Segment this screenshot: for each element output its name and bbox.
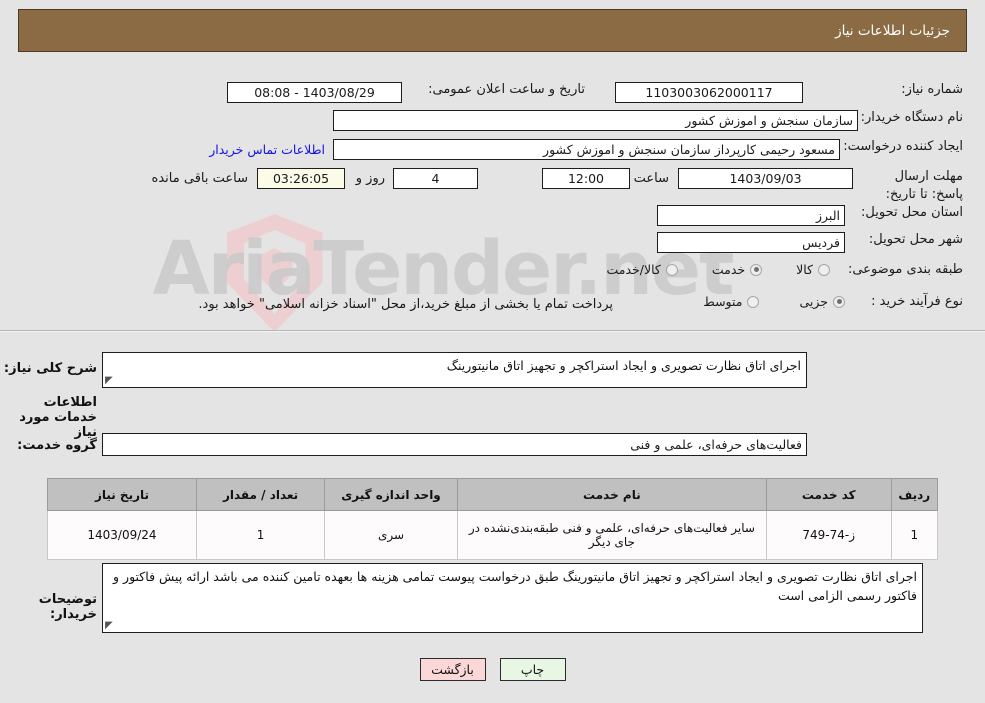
- category-label: طبقه بندی موضوعی:: [847, 262, 963, 277]
- need-number-value: 1103003062000117: [615, 82, 803, 103]
- process-option-label: جزیی: [799, 294, 828, 309]
- remaining-clock-value: 03:26:05: [257, 168, 345, 189]
- city-value: فردیس: [657, 232, 845, 253]
- services-table: ردیف کد خدمت نام خدمت واحد اندازه گیری ت…: [47, 478, 939, 560]
- category-radio-group: کالا خدمت کالا/خدمت: [606, 262, 830, 277]
- buyer-notes-value: اجرای اتاق نظارت تصویری و ایجاد استراکچر…: [113, 569, 917, 604]
- city-row: شهر محل تحویل:: [869, 232, 963, 247]
- remaining-days-value: 4: [393, 168, 478, 189]
- resize-grip-icon[interactable]: ◥: [105, 375, 115, 386]
- need-number-label: شماره نیاز:: [901, 82, 963, 97]
- deadline-time-value: 12:00: [542, 168, 630, 189]
- print-button[interactable]: چاپ: [499, 658, 566, 681]
- announce-date-row: تاریخ و ساعت اعلان عمومی:: [428, 82, 585, 97]
- table-header-name: نام خدمت: [456, 478, 767, 511]
- deadline-date-value: 1403/09/03: [678, 168, 853, 189]
- deadline-label-block: مهلت ارسال پاسخ: تا تاریخ:: [863, 168, 963, 203]
- buyer-org-value: سازمان سنجش و اموزش کشور: [333, 110, 858, 131]
- province-value: البرز: [657, 205, 845, 226]
- buyer-notes-label: توضیحات خریدار:: [38, 592, 97, 622]
- deadline-time-label: ساعت: [633, 171, 669, 186]
- table-row: 1 ز-74-749 سایر فعالیت‌های حرفه‌ای، علمی…: [47, 510, 939, 560]
- radio-icon[interactable]: [818, 263, 830, 276]
- process-radio-group: جزیی متوسط: [703, 294, 845, 309]
- section-divider-1: [0, 330, 985, 332]
- cell-quantity: 1: [195, 510, 326, 560]
- creator-label: ایجاد کننده درخواست:: [843, 139, 963, 154]
- category-option-goods[interactable]: کالا: [796, 262, 830, 277]
- creator-value: مسعود رحیمی کارپرداز سازمان سنجش و اموزش…: [333, 139, 840, 160]
- table-header-code: کد خدمت: [765, 478, 892, 511]
- cell-code: ز-74-749: [765, 510, 892, 560]
- table-header-unit: واحد اندازه گیری: [324, 478, 458, 511]
- buyer-org-row: نام دستگاه خریدار:: [861, 110, 963, 125]
- cell-index: 1: [890, 510, 939, 560]
- cell-name: سایر فعالیت‌های حرفه‌ای، علمی و فنی طبقه…: [456, 510, 767, 560]
- resize-grip-icon[interactable]: ◥: [105, 620, 115, 631]
- back-button[interactable]: بازگشت: [419, 658, 486, 681]
- summary-textarea[interactable]: اجرای اتاق نظارت تصویری و ایجاد استراکچر…: [102, 352, 807, 388]
- process-option-label: متوسط: [703, 294, 743, 309]
- radio-icon[interactable]: [747, 295, 760, 308]
- province-label: استان محل تحویل:: [861, 205, 963, 220]
- table-header-date: تاریخ نیاز: [47, 478, 197, 511]
- table-header-row: ردیف کد خدمت نام خدمت واحد اندازه گیری ت…: [47, 478, 939, 511]
- buyer-org-label: نام دستگاه خریدار:: [860, 110, 963, 125]
- radio-icon-selected[interactable]: [750, 263, 763, 276]
- islamic-treasury-note: پرداخت تمام یا بخشی از مبلغ خرید،از محل …: [198, 297, 613, 312]
- services-section-heading: اطلاعات خدمات مورد نیاز: [19, 395, 97, 440]
- need-number-row: شماره نیاز:: [901, 82, 963, 97]
- radio-icon[interactable]: [665, 263, 678, 276]
- service-group-value: فعالیت‌های حرفه‌ای، علمی و فنی: [102, 433, 807, 456]
- category-option-label: خدمت: [711, 262, 746, 277]
- city-label: شهر محل تحویل:: [868, 232, 963, 247]
- deadline-label: مهلت ارسال پاسخ: تا تاریخ:: [885, 169, 963, 202]
- remaining-days-label: روز و: [355, 171, 385, 186]
- button-bar: چاپ بازگشت: [0, 658, 985, 681]
- category-option-label: کالا/خدمت: [606, 262, 661, 277]
- category-label-wrap: طبقه بندی موضوعی:: [848, 262, 963, 277]
- process-label-wrap: نوع فرآیند خرید :: [871, 294, 963, 309]
- category-option-service[interactable]: خدمت: [711, 262, 763, 277]
- cell-date: 1403/09/24: [47, 510, 197, 560]
- table-header-index: ردیف: [890, 478, 939, 511]
- process-label: نوع فرآیند خرید :: [871, 294, 963, 309]
- page-root: AriaTender.net جزئیات اطلاعات نیاز شماره…: [0, 0, 985, 703]
- cell-unit: سری: [324, 510, 458, 560]
- creator-row: ایجاد کننده درخواست:: [843, 139, 963, 154]
- summary-label: شرح کلی نیاز:: [3, 361, 97, 376]
- process-option-medium[interactable]: متوسط: [703, 294, 760, 309]
- watermark-shield-icon: [226, 214, 323, 332]
- table-header-quantity: تعداد / مقدار: [195, 478, 326, 511]
- category-option-goods-service[interactable]: کالا/خدمت: [606, 262, 678, 277]
- summary-value: اجرای اتاق نظارت تصویری و ایجاد استراکچر…: [446, 358, 801, 373]
- announce-date-label: تاریخ و ساعت اعلان عمومی:: [428, 82, 585, 97]
- announce-date-value: 1403/08/29 - 08:08: [227, 82, 402, 103]
- radio-icon-selected[interactable]: [833, 295, 845, 308]
- service-group-label: گروه خدمت:: [17, 438, 97, 453]
- buyer-notes-textarea[interactable]: اجرای اتاق نظارت تصویری و ایجاد استراکچر…: [102, 563, 923, 633]
- page-title-bar: جزئیات اطلاعات نیاز: [18, 9, 967, 52]
- process-option-minor[interactable]: جزیی: [799, 294, 845, 309]
- page-title: جزئیات اطلاعات نیاز: [835, 22, 950, 39]
- buyer-contact-link[interactable]: اطلاعات تماس خریدار: [209, 142, 325, 157]
- province-row: استان محل تحویل:: [861, 205, 963, 220]
- category-option-label: کالا: [796, 262, 813, 277]
- remaining-clock-label: ساعت باقی مانده: [151, 171, 248, 186]
